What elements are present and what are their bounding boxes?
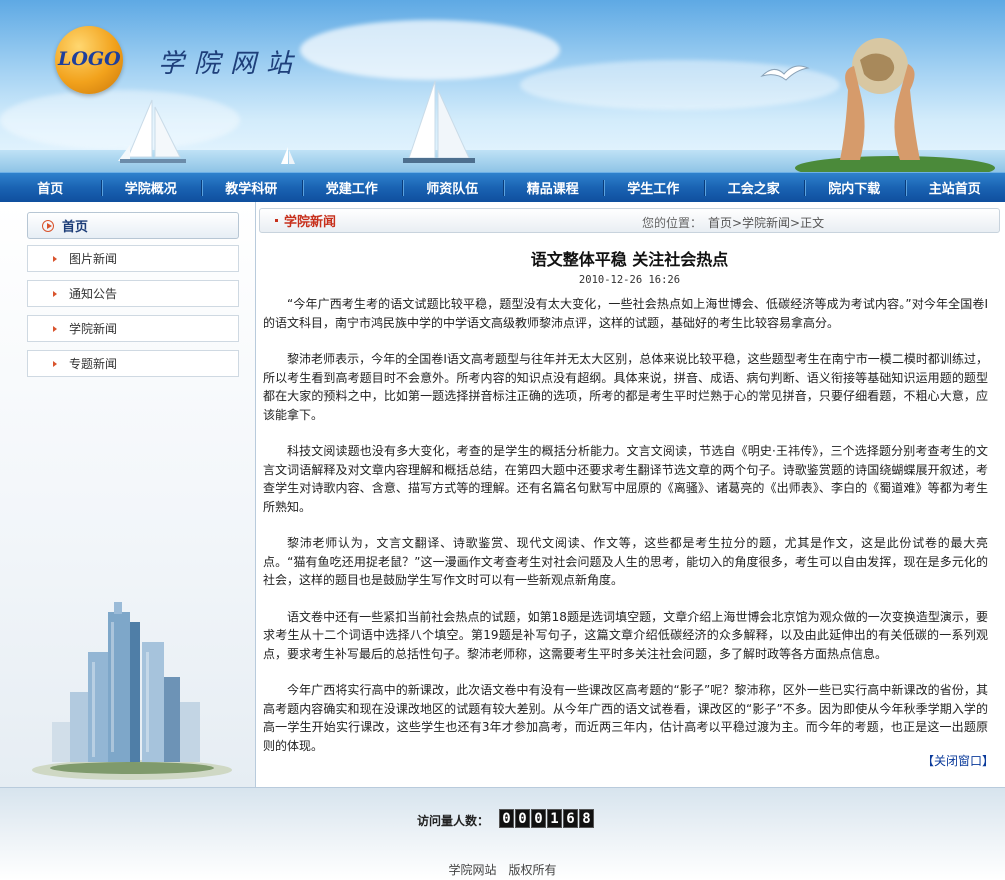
counter-digit: 0 xyxy=(499,809,514,828)
nav-item-union[interactable]: 工会之家 xyxy=(703,173,805,202)
nav-item-downloads[interactable]: 院内下载 xyxy=(804,173,905,202)
article-paragraph: 今年广西将实行高中的新课改，此次语文卷中有没有一些课改区高考题的“影子”呢？黎沛… xyxy=(263,683,988,753)
site-name: 学院网站 xyxy=(158,49,303,79)
sidebar-item-label: 学院新闻 xyxy=(69,322,118,336)
article-paragraph: 语文卷中还有一些紧扣当前社会热点的试题，如第18题是选词填空题，文章介绍上海世博… xyxy=(263,609,988,661)
sailboat-illustration xyxy=(281,147,295,164)
main-nav: 首页 学院概况 教学科研 党建工作 师资队伍 精品课程 学生工作 工会之家 院内… xyxy=(0,172,1005,202)
logo-text: LOGO xyxy=(58,48,121,70)
sailboat-illustration xyxy=(403,80,475,163)
nav-item-students[interactable]: 学生工作 xyxy=(603,173,704,202)
article-title: 语文整体平稳 关注社会热点 xyxy=(530,250,729,269)
nav-item-home[interactable]: 首页 xyxy=(0,173,101,202)
article-paragraph: 科技文阅读题也没有多大变化，考查的是学生的概括分析能力。文言文阅读，节选自《明史… xyxy=(263,444,988,514)
sidebar-item-label: 图片新闻 xyxy=(69,252,118,266)
article-paragraph: “今年广西考生考的语文试题比较平稳，题型没有太大变化，一些社会热点如上海世博会、… xyxy=(263,297,988,330)
counter-digit: 0 xyxy=(531,809,546,828)
nav-item-teaching[interactable]: 教学科研 xyxy=(201,173,302,202)
nav-item-about[interactable]: 学院概况 xyxy=(100,173,202,202)
nav-item-party[interactable]: 党建工作 xyxy=(301,173,403,202)
city-skyline-illustration xyxy=(32,602,232,780)
counter-digit: 1 xyxy=(547,809,562,828)
sidebar-item-label: 专题新闻 xyxy=(69,357,118,371)
triangle-bullet-icon xyxy=(53,325,57,332)
nav-item-main-site[interactable]: 主站首页 xyxy=(904,173,1005,202)
sidebar-item-label: 通知公告 xyxy=(69,287,118,301)
location-label: 您的位置： xyxy=(642,216,703,230)
article-paragraph: 黎沛老师表示，今年的全国卷Ⅰ语文高考题型与往年并无太大区别，总体来说比较平稳，这… xyxy=(263,352,988,422)
visit-count-label: 访问量人数： xyxy=(417,814,490,828)
copyright-text: 学院网站 版权所有 xyxy=(448,863,557,877)
nav-item-faculty[interactable]: 师资队伍 xyxy=(402,173,503,202)
globe-hands-illustration xyxy=(795,38,995,172)
breadcrumb-bar: 学院新闻 您的位置： 首页>学院新闻>正文 xyxy=(259,208,1000,233)
breadcrumb[interactable]: 首页>学院新闻>正文 xyxy=(708,214,824,231)
article-paragraph: 黎沛老师认为，文言文翻译、诗歌鉴赏、现代文阅读、作文等，这些都是考生拉分的题，尤… xyxy=(263,536,988,587)
circle-arrow-icon xyxy=(42,219,54,232)
counter-digit: 6 xyxy=(563,809,578,828)
sailboat-illustration xyxy=(118,99,186,163)
triangle-bullet-icon xyxy=(53,290,57,297)
bullet-icon xyxy=(275,219,278,222)
sidebar-item-label: 首页 xyxy=(62,220,89,235)
sidebar-item-photo-news[interactable]: 图片新闻 xyxy=(27,245,239,272)
article-body: “今年广西考生考的语文试题比较平稳，题型没有太大变化，一些社会热点如上海世博会、… xyxy=(263,295,988,773)
nav-item-courses[interactable]: 精品课程 xyxy=(502,173,604,202)
footer: 访问量人数： 0 0 0 1 6 8 学院网站 版权所有 xyxy=(0,787,1005,880)
section-title: 学院新闻 xyxy=(284,215,337,230)
site-banner: LOGO 学院网站 xyxy=(0,0,1005,172)
triangle-bullet-icon xyxy=(53,255,57,262)
close-window-link[interactable]: 【关闭窗口】 xyxy=(922,752,994,769)
visit-counter: 0 0 0 1 6 8 xyxy=(499,809,595,828)
counter-digit: 0 xyxy=(515,809,530,828)
article-date: 2010-12-26 16:26 xyxy=(578,274,681,286)
sidebar-item-college-news[interactable]: 学院新闻 xyxy=(27,315,239,342)
sidebar-item-home[interactable]: 首页 xyxy=(27,212,239,239)
sidebar-item-notices[interactable]: 通知公告 xyxy=(27,280,239,307)
triangle-bullet-icon xyxy=(53,360,57,367)
sidebar-item-special-news[interactable]: 专题新闻 xyxy=(27,350,239,377)
counter-digit: 8 xyxy=(579,809,594,828)
